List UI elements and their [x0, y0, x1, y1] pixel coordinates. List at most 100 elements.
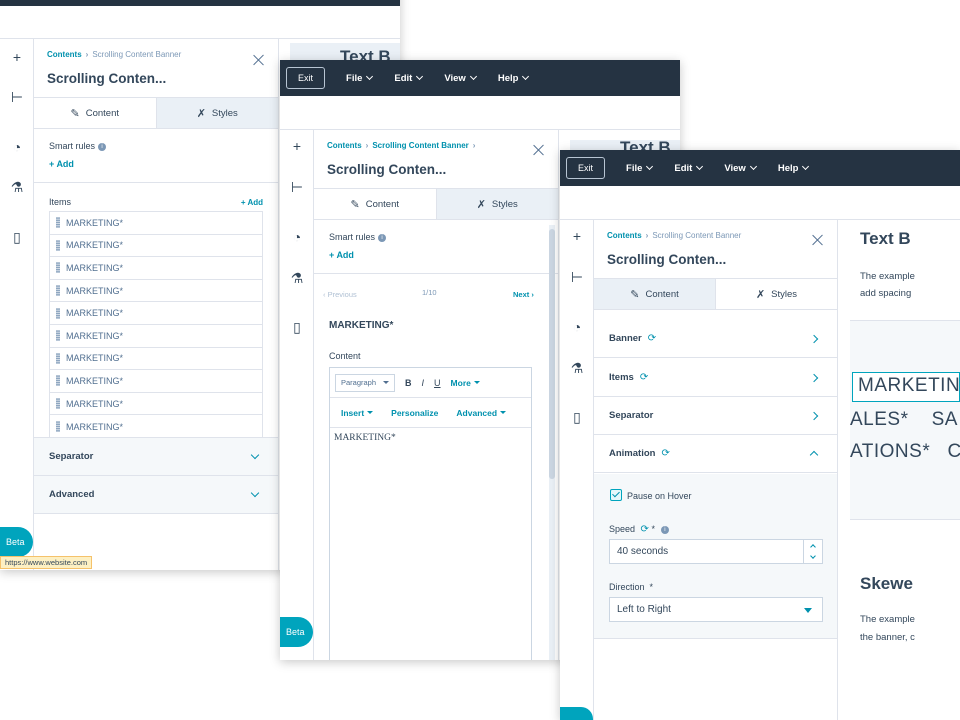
- plus-icon[interactable]: +: [9, 49, 25, 65]
- flask-icon[interactable]: ⚗: [289, 270, 305, 286]
- list-item[interactable]: MARKETING*: [50, 302, 262, 325]
- list-item[interactable]: MARKETING*: [50, 257, 262, 280]
- menu-help[interactable]: Help: [778, 163, 810, 174]
- sync-icon: ⟳: [640, 524, 649, 535]
- page-icon[interactable]: ▯: [569, 409, 585, 425]
- close-icon[interactable]: [533, 144, 544, 155]
- drag-handle-icon[interactable]: [56, 330, 60, 342]
- marquee-row-1: MARKETIN: [858, 375, 960, 396]
- menu-edit[interactable]: Edit: [674, 163, 704, 174]
- breadcrumb-current[interactable]: Scrolling Content Banner: [652, 231, 741, 240]
- tree-icon[interactable]: ⊢: [9, 89, 25, 105]
- smart-rules-add-button[interactable]: + Add: [329, 250, 354, 260]
- pause-on-hover-checkbox[interactable]: [610, 489, 622, 501]
- caret-down-icon: [383, 381, 390, 384]
- menu-help[interactable]: Help: [498, 72, 530, 84]
- page-icon[interactable]: ▯: [289, 319, 305, 335]
- exit-button[interactable]: Exit: [566, 157, 606, 179]
- animation-accordion[interactable]: Animation ⟳: [594, 435, 837, 473]
- items-add-button[interactable]: + Add: [241, 198, 263, 207]
- italic-button[interactable]: I: [422, 378, 425, 388]
- breadcrumb-current[interactable]: Scrolling Content Banner: [92, 50, 181, 59]
- banner-accordion[interactable]: Banner ⟳: [594, 320, 837, 358]
- list-item[interactable]: MARKETING*: [50, 212, 262, 235]
- drag-handle-icon[interactable]: [56, 285, 60, 297]
- flask-icon[interactable]: ⚗: [9, 179, 25, 195]
- items-accordion[interactable]: Items ⟳: [594, 359, 837, 397]
- chevron-up-icon[interactable]: [810, 544, 816, 551]
- separator-accordion[interactable]: Separator: [594, 397, 837, 435]
- close-icon[interactable]: [253, 54, 264, 65]
- editor-window-front: Exit File Edit View Help + ⊢ ◔ ⚗ ▯ Conte…: [560, 150, 960, 720]
- chevron-down-icon: [522, 72, 530, 81]
- more-dropdown[interactable]: More: [451, 378, 480, 388]
- breadcrumb-current[interactable]: Scrolling Content Banner: [372, 141, 468, 150]
- speed-stepper[interactable]: [803, 540, 822, 563]
- list-item[interactable]: MARKETING*: [50, 415, 262, 438]
- smart-rules-label: Smart rules i: [329, 232, 387, 242]
- separator-accordion[interactable]: Separator: [34, 438, 278, 476]
- list-item[interactable]: MARKETING*: [50, 348, 262, 371]
- drag-handle-icon[interactable]: [56, 217, 60, 229]
- drag-handle-icon[interactable]: [56, 421, 60, 433]
- gauge-icon[interactable]: ◔: [9, 139, 25, 155]
- list-item[interactable]: MARKETING*: [50, 235, 262, 258]
- menu-edit[interactable]: Edit: [394, 73, 424, 84]
- gauge-icon[interactable]: ◔: [569, 319, 585, 335]
- menu-file[interactable]: File: [346, 73, 374, 84]
- bold-button[interactable]: B: [405, 378, 412, 388]
- plus-icon[interactable]: +: [289, 138, 305, 154]
- paragraph-select[interactable]: Paragraph: [335, 373, 396, 392]
- plus-icon[interactable]: +: [569, 228, 585, 244]
- tab-styles[interactable]: ✗ Styles: [435, 189, 558, 219]
- direction-select[interactable]: Left to Right: [609, 597, 823, 622]
- underline-button[interactable]: U: [434, 378, 441, 388]
- pencil-icon: ✎: [350, 198, 360, 211]
- beta-button[interactable]: Beta: [280, 617, 313, 647]
- menu-view[interactable]: View: [444, 73, 477, 84]
- page-icon[interactable]: ▯: [9, 229, 25, 245]
- exit-button[interactable]: Exit: [286, 67, 326, 89]
- menu-file[interactable]: File: [626, 163, 654, 174]
- insert-dropdown[interactable]: Insert: [341, 408, 374, 418]
- list-item[interactable]: MARKETING*: [50, 280, 262, 303]
- breadcrumb-root[interactable]: Contents: [607, 231, 642, 240]
- personalize-button[interactable]: Personalize: [391, 408, 438, 418]
- tab-content[interactable]: ✎ Content: [594, 279, 716, 309]
- list-item[interactable]: MARKETING*: [50, 393, 262, 416]
- smart-rules-add-button[interactable]: + Add: [49, 159, 74, 169]
- preview-area: Text B The example add spacing MARKETIN …: [850, 227, 960, 720]
- drag-handle-icon[interactable]: [56, 398, 60, 410]
- speed-input[interactable]: 40 seconds: [609, 539, 823, 564]
- tab-content[interactable]: ✎ Content: [314, 189, 436, 219]
- beta-button[interactable]: Beta: [0, 527, 33, 557]
- drag-handle-icon[interactable]: [56, 239, 60, 251]
- gauge-icon[interactable]: ◔: [289, 229, 305, 245]
- tab-styles[interactable]: ✗ Styles: [716, 279, 837, 309]
- tab-styles[interactable]: ✗ Styles: [155, 98, 278, 128]
- advanced-accordion[interactable]: Advanced: [34, 476, 278, 514]
- editor-body[interactable]: MARKETING*: [330, 428, 531, 660]
- next-button[interactable]: Next ›: [513, 290, 534, 299]
- tree-icon[interactable]: ⊢: [289, 179, 305, 195]
- list-item[interactable]: MARKETING*: [50, 325, 262, 348]
- breadcrumb-root[interactable]: Contents: [327, 141, 362, 150]
- drag-handle-icon[interactable]: [56, 307, 60, 319]
- drag-handle-icon[interactable]: [56, 262, 60, 274]
- advanced-dropdown[interactable]: Advanced: [456, 408, 507, 418]
- flask-icon[interactable]: ⚗: [569, 360, 585, 376]
- list-item[interactable]: MARKETING*: [50, 370, 262, 393]
- drag-handle-icon[interactable]: [56, 375, 60, 387]
- tree-icon[interactable]: ⊢: [569, 269, 585, 285]
- scroll-thumb[interactable]: [549, 229, 555, 479]
- preview-text-2b: the banner, c: [860, 632, 915, 643]
- menu-view[interactable]: View: [724, 163, 757, 174]
- tab-content[interactable]: ✎ Content: [34, 98, 156, 128]
- previous-button[interactable]: ‹ Previous: [323, 290, 357, 299]
- chevron-down-icon[interactable]: [810, 552, 816, 559]
- beta-button-peek[interactable]: [560, 707, 593, 720]
- breadcrumb-root[interactable]: Contents: [47, 50, 82, 59]
- drag-handle-icon[interactable]: [56, 352, 60, 364]
- close-icon[interactable]: [812, 234, 823, 245]
- panel-scrollbar[interactable]: [549, 225, 555, 660]
